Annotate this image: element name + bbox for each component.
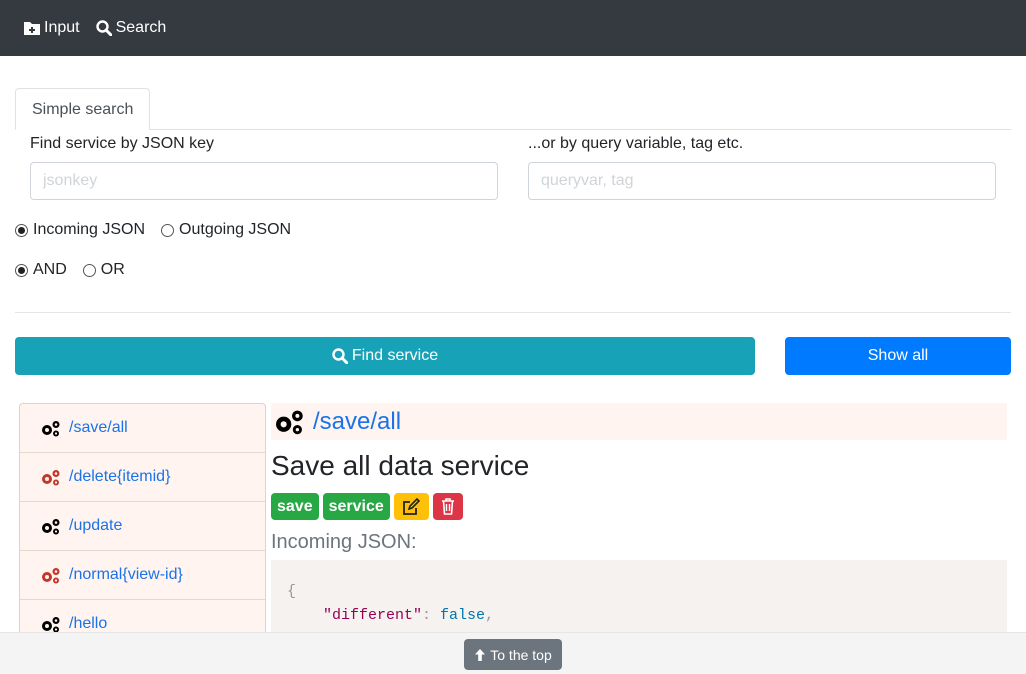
arrow-up-icon (475, 648, 486, 661)
tab-simple-search[interactable]: Simple search (15, 88, 151, 130)
code-value: false (440, 607, 486, 624)
code-line: "different": false, (287, 604, 991, 628)
outgoing-json-label: Outgoing JSON (179, 221, 292, 238)
list-item[interactable]: /normal{view-id} (20, 551, 265, 600)
tag-badge[interactable]: save (271, 493, 319, 520)
tag-badge[interactable]: service (322, 493, 390, 520)
incoming-json-heading: Incoming JSON: (271, 531, 417, 553)
radio-checked-icon (15, 263, 28, 277)
cogs-icon (42, 518, 60, 534)
and-label: AND (33, 261, 67, 278)
query-label: ...or by query variable, tag etc. (528, 135, 744, 152)
edit-button[interactable] (393, 493, 429, 520)
or-label: OR (100, 261, 125, 278)
service-path-link: /update (69, 517, 123, 534)
code-line: { (287, 583, 297, 600)
nav-input-label: Input (44, 19, 80, 36)
json-key-label: Find service by JSON key (30, 135, 215, 152)
json-key-input[interactable] (30, 162, 498, 200)
tag-badges: save service (271, 493, 467, 520)
query-input[interactable] (528, 162, 996, 200)
to-top-label: To the top (490, 646, 552, 663)
section-divider (15, 312, 1011, 313)
or-radio[interactable]: OR (82, 261, 125, 279)
direction-radio-group: Incoming JSON Outgoing JSON (15, 221, 307, 239)
list-item[interactable]: /save/all (20, 404, 265, 453)
search-icon (95, 20, 112, 36)
cogs-icon (42, 420, 60, 436)
code-comma: , (485, 607, 495, 624)
code-key: "different" (323, 607, 423, 624)
detail-header: /save/all (271, 403, 1007, 440)
radio-checked-icon (15, 223, 28, 237)
service-path-link: /normal{view-id} (69, 566, 183, 583)
to-top-button[interactable]: To the top (464, 639, 562, 670)
service-path-link: /save/all (69, 419, 128, 436)
logic-radio-group: AND OR (15, 261, 141, 279)
incoming-json-label: Incoming JSON (33, 221, 146, 238)
top-navbar: Input Search (0, 0, 1026, 56)
and-radio[interactable]: AND (15, 261, 67, 279)
search-icon (332, 348, 348, 364)
find-service-button[interactable]: Find service (15, 337, 755, 375)
service-path-link: /delete{itemid} (69, 468, 171, 485)
incoming-json-radio[interactable]: Incoming JSON (15, 221, 145, 239)
service-path-link: /hello (69, 615, 108, 632)
list-item[interactable]: /delete{itemid} (20, 453, 265, 502)
nav-input-link[interactable]: Input (24, 19, 80, 37)
code-colon: : (422, 607, 441, 624)
folder-plus-icon (24, 22, 40, 35)
detail-title: Save all data service (271, 450, 530, 481)
outgoing-json-radio[interactable]: Outgoing JSON (161, 221, 291, 239)
radio-unchecked-icon (161, 223, 175, 237)
show-all-button[interactable]: Show all (785, 337, 1011, 375)
delete-button[interactable] (432, 493, 463, 520)
detail-path[interactable]: /save/all (313, 408, 401, 436)
search-tabs: Simple search (15, 88, 1011, 130)
cogs-icon (42, 567, 60, 583)
nav-search-link[interactable]: Search (95, 19, 167, 37)
cogs-icon (42, 469, 60, 485)
radio-unchecked-icon (82, 263, 96, 277)
cogs-icon (42, 616, 60, 632)
find-service-label: Find service (351, 347, 439, 364)
trash-icon (441, 498, 454, 515)
nav-search-label: Search (115, 19, 167, 36)
list-item[interactable]: /update (20, 502, 265, 551)
cogs-icon (276, 410, 303, 434)
edit-icon (403, 497, 421, 515)
